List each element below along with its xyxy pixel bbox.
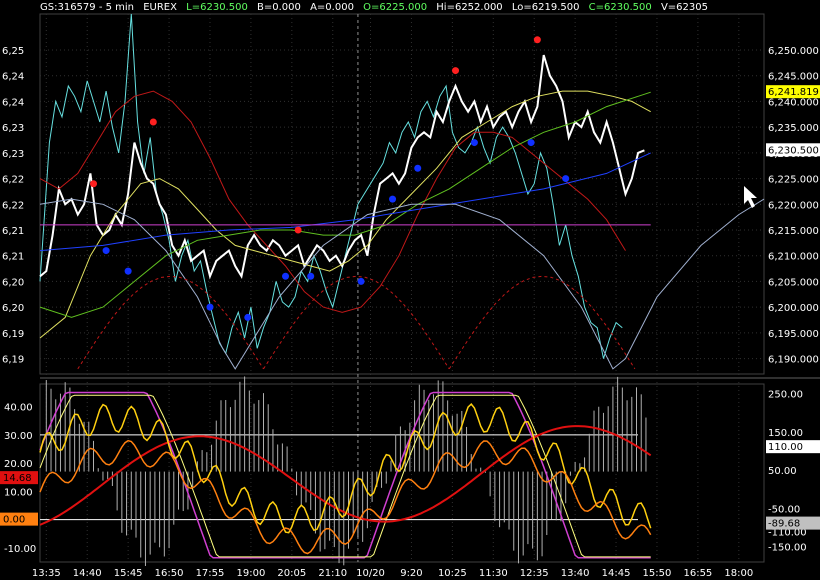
buy-signal-dot — [124, 267, 132, 275]
buy-signal-dot — [102, 247, 110, 255]
time-axis-label: 9:20 — [400, 568, 422, 579]
price-right-tick-label: 6,240.000 — [768, 97, 819, 108]
osc-badge-label: 110.00 — [768, 442, 803, 453]
price-right-tick-label: 6,205.000 — [768, 277, 819, 288]
time-axis-label: 16:50 — [155, 568, 184, 579]
price-right-tick-label: 6,245.000 — [768, 72, 819, 83]
price-left-tick-label: 6,23 — [2, 149, 24, 160]
oscillator-panel-frame — [39, 383, 765, 563]
time-axis-label: 10:25 — [438, 568, 467, 579]
osc-right-tick-label: -150.00 — [768, 543, 807, 554]
sell-signal-dot — [90, 180, 98, 188]
time-axis-label: 16:55 — [683, 568, 712, 579]
price-left-tick-label: 6,21 — [2, 252, 24, 263]
buy-signal-dot — [357, 277, 365, 285]
time-axis-label: 21:10 — [318, 568, 347, 579]
price-left-tick-label: 6,19 — [2, 329, 24, 340]
sell-signal-dot — [294, 226, 302, 234]
price-badge-label: 6,241.819 — [768, 87, 819, 98]
price-left-tick-label: 6,24 — [2, 97, 24, 108]
buy-signal-dot — [470, 139, 478, 147]
price-series-yellow — [39, 90, 651, 339]
price-left-tick-label: 6,21 — [2, 226, 24, 237]
buy-signal-dot — [206, 303, 214, 311]
osc-left-tick-label: 40.00 — [4, 403, 33, 414]
time-axis-label: 15:45 — [114, 568, 143, 579]
price-left-tick-label: 6,20 — [2, 303, 24, 314]
buy-signal-dot — [527, 139, 535, 147]
time-axis-label: 10/20 — [356, 568, 385, 579]
osc-left-tick-label: 30.00 — [4, 431, 33, 442]
buy-signal-dot — [244, 313, 252, 321]
osc-right-tick-label: -50.00 — [768, 504, 800, 515]
price-right-tick-label: 6,195.000 — [768, 329, 819, 340]
osc-badge-label: 14.68 — [3, 473, 32, 484]
time-axis-label: 20:05 — [277, 568, 306, 579]
price-left-tick-label: 6,23 — [2, 123, 24, 134]
price-right-tick-label: 6,200.000 — [768, 303, 819, 314]
time-axis-label: 19:00 — [236, 568, 265, 579]
price-right-tick-label: 6,235.000 — [768, 123, 819, 134]
price-right-tick-label: 6,250.000 — [768, 46, 819, 57]
price-right-tick-label: 6,190.000 — [768, 355, 819, 366]
sell-signal-dot — [452, 67, 460, 75]
time-axis-label: 14:45 — [602, 568, 631, 579]
osc-left-tick-label: 10.00 — [4, 487, 33, 498]
buy-signal-dot — [389, 195, 397, 203]
chart-canvas[interactable]: 6,250.000 6,25 6,245.000 6,24 6,240.000 6,24 6… — [0, 0, 820, 580]
osc-badge-label: 0.00 — [3, 515, 25, 526]
price-series-cyan — [39, 13, 623, 359]
price-left-tick-label: 6,19 — [2, 355, 24, 366]
cycle-arc — [77, 275, 264, 370]
osc-left-tick-label: -10.00 — [4, 544, 36, 555]
price-series-darkred — [39, 90, 626, 313]
chart-window: { "header": { "symbol": "GS:316579 - 5 m… — [0, 0, 820, 580]
time-axis-label: 15:50 — [643, 568, 672, 579]
price-left-tick-label: 6,24 — [2, 72, 24, 83]
osc-badge-label: -89.68 — [768, 519, 800, 530]
time-axis-label: 14:40 — [73, 568, 102, 579]
price-right-tick-label: 6,210.000 — [768, 252, 819, 263]
time-axis-label: 13:40 — [561, 568, 590, 579]
time-axis-label: 13:35 — [32, 568, 61, 579]
buy-signal-dot — [307, 272, 315, 280]
sell-signal-dot — [533, 36, 541, 44]
price-left-tick-label: 6,22 — [2, 175, 24, 186]
time-axis-label: 11:30 — [479, 568, 508, 579]
buy-signal-dot — [562, 175, 570, 183]
price-left-tick-label: 6,25 — [2, 46, 24, 57]
buy-signal-dot — [414, 164, 422, 172]
price-right-tick-label: 6,215.000 — [768, 226, 819, 237]
price-panel-frame — [39, 13, 765, 375]
price-badge-label: 6,230.500 — [768, 145, 819, 156]
time-axis-label: 18:00 — [724, 568, 753, 579]
time-axis-label: 12:35 — [520, 568, 549, 579]
price-series-price — [39, 54, 645, 280]
time-axis-label: 17:55 — [196, 568, 225, 579]
price-series-green — [39, 91, 651, 318]
price-left-tick-label: 6,22 — [2, 200, 24, 211]
osc-right-tick-label: 250.00 — [768, 390, 803, 401]
osc-left-tick-label: 20.00 — [4, 459, 33, 470]
osc-right-tick-label: 150.00 — [768, 428, 803, 439]
price-left-tick-label: 6,20 — [2, 277, 24, 288]
sell-signal-dot — [149, 118, 157, 126]
cycle-arc — [448, 275, 636, 370]
price-right-tick-label: 6,225.000 — [768, 175, 819, 186]
buy-signal-dot — [282, 272, 290, 280]
price-right-tick-label: 6,220.000 — [768, 200, 819, 211]
osc-right-tick-label: 50.00 — [768, 466, 797, 477]
